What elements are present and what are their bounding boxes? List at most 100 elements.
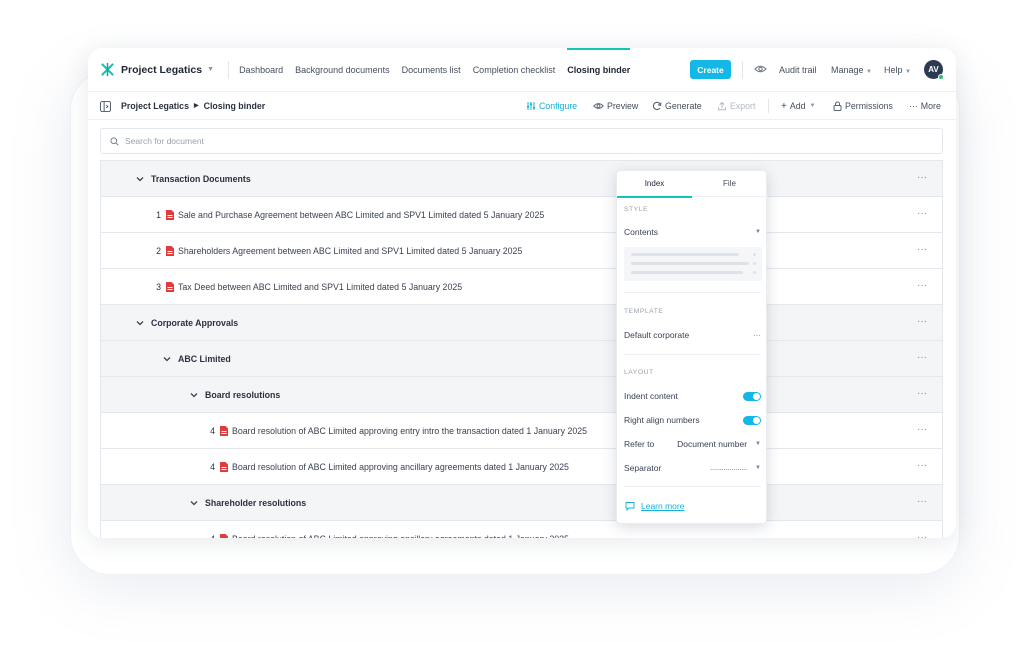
configure-button[interactable]: Configure bbox=[526, 92, 577, 120]
document-title[interactable]: Board resolution of ABC Limited approvin… bbox=[232, 426, 587, 436]
chevron-down-icon: ▼ bbox=[866, 69, 872, 75]
pdf-file-icon bbox=[166, 281, 174, 292]
nav-completion-checklist[interactable]: Completion checklist bbox=[473, 48, 556, 92]
nav-closing-binder[interactable]: Closing binder bbox=[567, 48, 631, 92]
generate-button[interactable]: Generate bbox=[652, 92, 702, 120]
online-status-dot bbox=[938, 74, 944, 80]
row-more-icon[interactable]: ··· bbox=[917, 353, 927, 363]
indent-content-toggle[interactable] bbox=[743, 391, 761, 401]
nav-dashboard[interactable]: Dashboard bbox=[239, 48, 283, 92]
chat-help-icon bbox=[625, 502, 635, 511]
document-number: 2 bbox=[156, 245, 161, 256]
project-switcher[interactable]: Project Legatics ▼ bbox=[100, 62, 214, 77]
document-row[interactable]: 4 Board resolution of ABC Limited approvi… bbox=[101, 449, 942, 485]
row-more-icon[interactable]: ··· bbox=[917, 209, 927, 219]
separator-value: ................... bbox=[710, 464, 748, 472]
more-dots-icon: ··· bbox=[909, 101, 918, 111]
chevron-down-icon[interactable] bbox=[162, 354, 172, 364]
pdf-file-icon bbox=[220, 533, 228, 538]
document-title[interactable]: Sale and Purchase Agreement between ABC … bbox=[178, 210, 544, 220]
template-section-label: TEMPLATE bbox=[624, 308, 664, 315]
export-button[interactable]: Export bbox=[717, 92, 755, 120]
chevron-down-icon[interactable] bbox=[189, 498, 199, 508]
pdf-file-icon bbox=[166, 209, 174, 220]
refer-to-label: Refer to bbox=[624, 439, 655, 449]
right-align-row: Right align numbers bbox=[624, 415, 761, 425]
nav-documents-list[interactable]: Documents list bbox=[402, 48, 461, 92]
nav-background-documents[interactable]: Background documents bbox=[295, 48, 390, 92]
document-title[interactable]: Tax Deed between ABC Limited and SPV1 Li… bbox=[178, 282, 462, 292]
row-more-icon[interactable]: ··· bbox=[917, 245, 927, 255]
lock-icon bbox=[833, 101, 842, 111]
right-align-toggle[interactable] bbox=[743, 415, 761, 425]
more-label: More bbox=[920, 101, 941, 111]
document-title[interactable]: Shareholders Agreement between ABC Limit… bbox=[178, 246, 522, 256]
chevron-right-icon: ▶ bbox=[193, 103, 199, 109]
breadcrumb-root[interactable]: Project Legatics bbox=[121, 92, 189, 120]
refer-to-value: Document number bbox=[677, 439, 748, 449]
document-title[interactable]: Board resolution of ABC Limited approvin… bbox=[232, 462, 569, 472]
row-more-icon[interactable]: ··· bbox=[917, 533, 927, 539]
chevron-down-icon[interactable] bbox=[189, 390, 199, 400]
learn-more-link[interactable]: Learn more bbox=[625, 501, 684, 511]
section-row[interactable]: Corporate Approvals ··· bbox=[101, 305, 942, 341]
permissions-button[interactable]: Permissions bbox=[833, 92, 893, 120]
nav-divider bbox=[742, 61, 743, 79]
learn-more-label: Learn more bbox=[641, 501, 685, 511]
section-row[interactable]: Transaction Documents ··· bbox=[101, 161, 942, 197]
add-button[interactable]: + Add ▼ bbox=[781, 92, 815, 120]
row-more-icon[interactable]: ··· bbox=[917, 281, 927, 291]
help-menu[interactable]: Help ▼ bbox=[884, 48, 911, 92]
row-more-icon[interactable]: ··· bbox=[917, 425, 927, 435]
document-row[interactable]: 4 Board resolution of ABC Limited approvi… bbox=[101, 413, 942, 449]
preview-dot bbox=[753, 271, 756, 274]
more-button[interactable]: ··· More bbox=[909, 92, 941, 120]
divider bbox=[624, 486, 761, 487]
document-row[interactable]: 3 Tax Deed between ABC Limited and SPV1 L… bbox=[101, 269, 942, 305]
manage-menu[interactable]: Manage ▼ bbox=[831, 48, 872, 92]
document-number: 1 bbox=[156, 209, 161, 220]
document-row[interactable]: 4 Board resolution of ABC Limited approvi… bbox=[101, 521, 942, 538]
chevron-down-icon[interactable] bbox=[135, 174, 145, 184]
chevron-down-icon[interactable] bbox=[135, 318, 145, 328]
separator-select[interactable]: ................... ▼ bbox=[710, 465, 761, 472]
search-input[interactable] bbox=[125, 136, 525, 146]
search-icon bbox=[110, 136, 119, 146]
preview-dot bbox=[753, 253, 756, 256]
tab-index[interactable]: Index bbox=[617, 171, 692, 198]
plus-icon: + bbox=[781, 100, 787, 112]
sidebar-toggle-icon[interactable] bbox=[100, 101, 111, 112]
section-row[interactable]: Board resolutions ··· bbox=[101, 377, 942, 413]
row-more-icon[interactable]: ··· bbox=[917, 497, 927, 507]
template-select[interactable]: Default corporate ··· bbox=[624, 330, 761, 340]
popover-tabs: Index File bbox=[617, 171, 768, 198]
binder-toolbar: Project Legatics ▶ Closing binder Config… bbox=[88, 92, 956, 120]
section-row[interactable]: Shareholder resolutions ··· bbox=[101, 485, 942, 521]
row-more-icon[interactable]: ··· bbox=[917, 173, 927, 183]
document-number: 4 bbox=[210, 425, 215, 436]
preview-button[interactable]: Preview bbox=[593, 92, 638, 120]
avatar[interactable]: AV bbox=[924, 60, 944, 80]
more-dots-icon[interactable]: ··· bbox=[753, 331, 761, 340]
pdf-file-icon bbox=[220, 425, 228, 436]
toolbar-divider bbox=[768, 99, 769, 113]
create-button[interactable]: Create bbox=[690, 60, 731, 79]
row-more-icon[interactable]: ··· bbox=[917, 317, 927, 327]
separator-row: Separator ................... ▼ bbox=[624, 463, 761, 473]
row-more-icon[interactable]: ··· bbox=[917, 389, 927, 399]
style-select[interactable]: Contents ▼ bbox=[624, 227, 761, 237]
tab-file[interactable]: File bbox=[692, 171, 767, 197]
document-row[interactable]: 2 Shareholders Agreement between ABC Limi… bbox=[101, 233, 942, 269]
configure-popover: Index File STYLE Contents ▼ TEMPLATE Def… bbox=[616, 170, 768, 524]
divider bbox=[624, 292, 761, 293]
avatar-initials: AV bbox=[928, 65, 939, 74]
eye-icon bbox=[593, 103, 604, 109]
document-title[interactable]: Board resolution of ABC Limited approvin… bbox=[232, 534, 569, 539]
eye-icon[interactable] bbox=[754, 64, 767, 74]
layout-section-label: LAYOUT bbox=[624, 369, 654, 376]
section-row[interactable]: ABC Limited ··· bbox=[101, 341, 942, 377]
audit-trail-link[interactable]: Audit trail bbox=[779, 48, 817, 92]
document-row[interactable]: 1 Sale and Purchase Agreement between ABC… bbox=[101, 197, 942, 233]
refer-to-select[interactable]: Document number ▼ bbox=[677, 439, 761, 449]
row-more-icon[interactable]: ··· bbox=[917, 461, 927, 471]
